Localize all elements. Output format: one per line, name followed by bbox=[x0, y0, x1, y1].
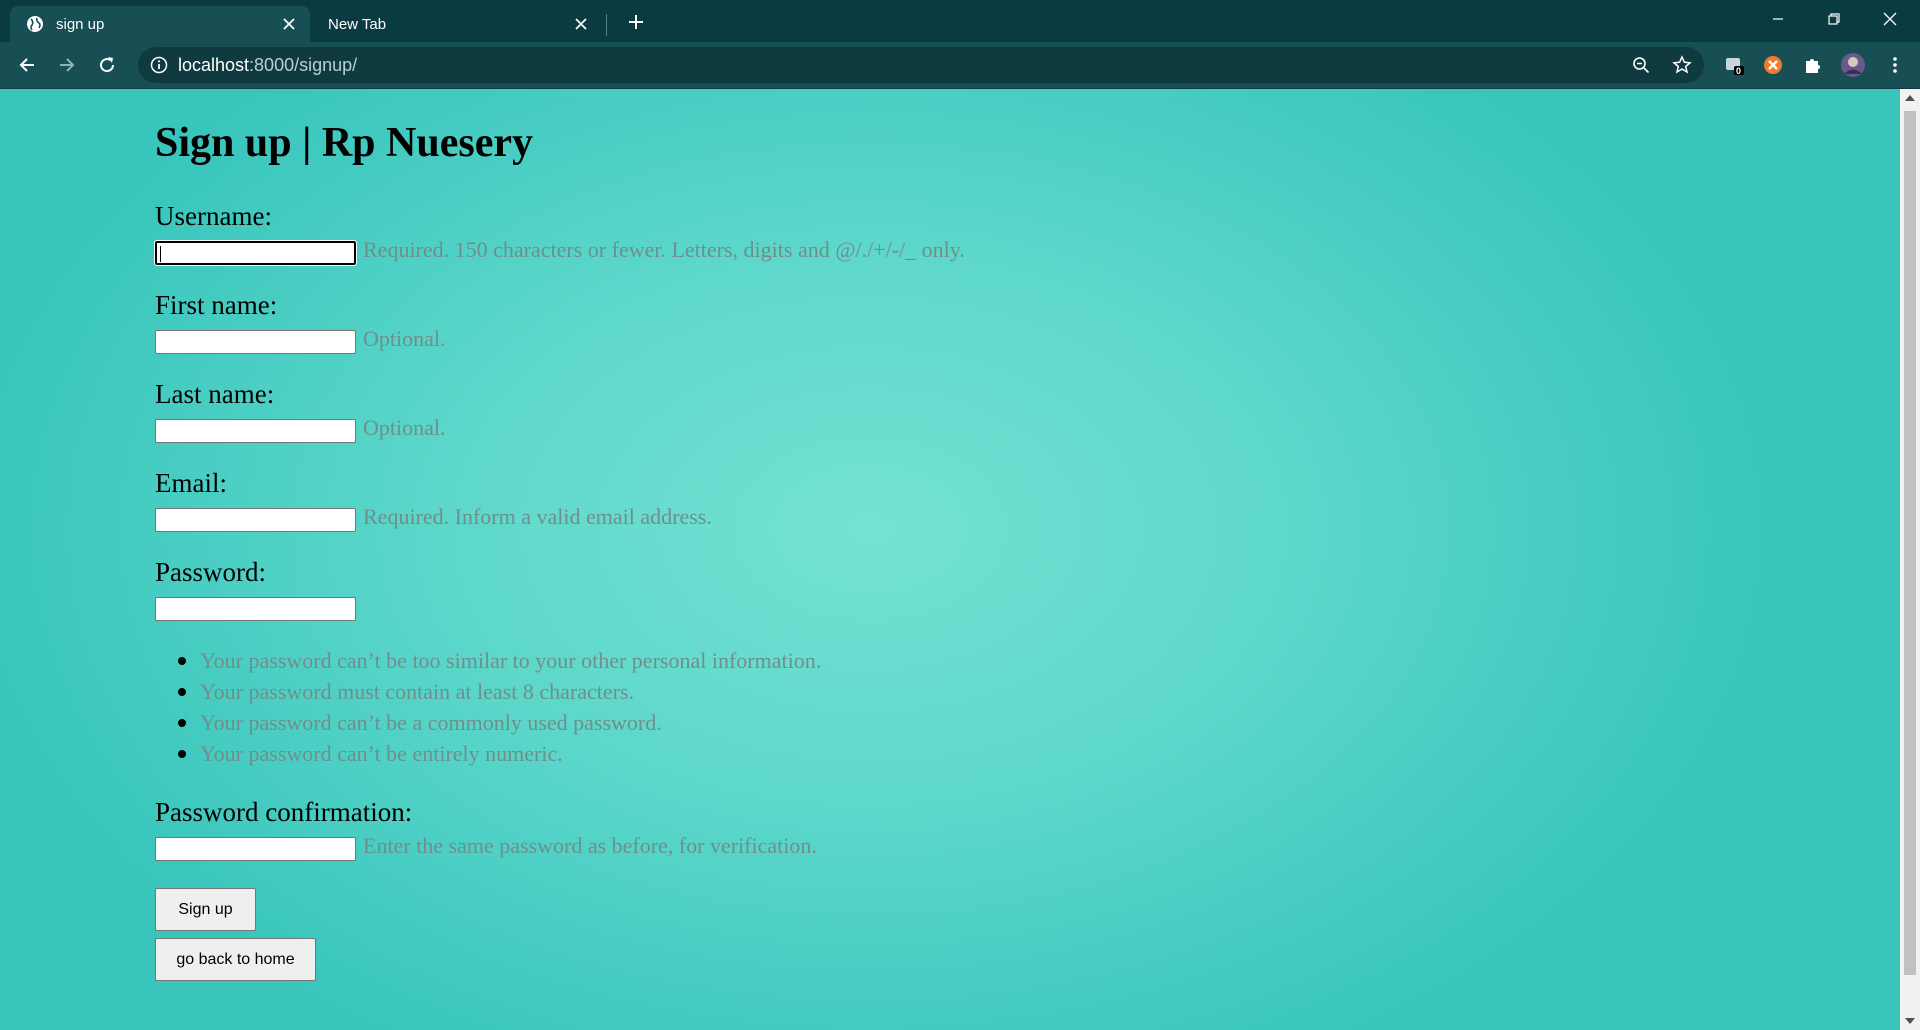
email-input[interactable] bbox=[155, 508, 356, 532]
username-label: Username: bbox=[155, 201, 272, 231]
reload-icon bbox=[100, 57, 115, 73]
first-name-input[interactable] bbox=[155, 330, 356, 354]
arrow-right-icon bbox=[60, 58, 75, 72]
password-input[interactable] bbox=[155, 597, 356, 621]
new-tab-button[interactable] bbox=[622, 8, 650, 36]
minimize-icon bbox=[1773, 18, 1783, 20]
password-confirmation-label: Password confirmation: bbox=[155, 797, 413, 827]
zoom-icon[interactable] bbox=[1632, 56, 1650, 79]
password-rules-list: Your password can’t be too similar to yo… bbox=[168, 645, 821, 769]
close-tab-icon[interactable] bbox=[280, 15, 298, 33]
profile-avatar-button[interactable] bbox=[1838, 50, 1868, 80]
username-input[interactable] bbox=[154, 240, 357, 266]
browser-menu-button[interactable] bbox=[1880, 50, 1910, 80]
url-text[interactable]: localhost:8000/signup/ bbox=[178, 47, 357, 83]
forward-button[interactable] bbox=[52, 50, 82, 80]
last-name-help: Optional. bbox=[363, 415, 446, 440]
tab-sign-up[interactable]: sign up bbox=[10, 6, 310, 42]
tab-separator bbox=[606, 14, 607, 36]
close-icon bbox=[1883, 12, 1897, 26]
restore-button[interactable] bbox=[1806, 0, 1862, 38]
last-name-input[interactable] bbox=[155, 419, 356, 443]
go-back-home-button[interactable]: go back to home bbox=[155, 938, 316, 981]
extension-orange-icon bbox=[1764, 56, 1782, 74]
email-help: Required. Inform a valid email address. bbox=[363, 504, 712, 529]
password-confirmation-help: Enter the same password as before, for v… bbox=[363, 833, 817, 858]
email-label: Email: bbox=[155, 468, 227, 498]
scroll-up-arrow-icon[interactable] bbox=[1900, 89, 1920, 107]
back-button[interactable] bbox=[12, 50, 42, 80]
url-path: :8000/signup/ bbox=[249, 55, 358, 75]
first-name-label: First name: bbox=[155, 290, 278, 320]
vertical-scrollbar[interactable] bbox=[1900, 89, 1920, 1030]
info-icon[interactable] bbox=[150, 56, 168, 79]
password-confirmation-input[interactable] bbox=[155, 837, 356, 861]
globe-icon bbox=[26, 15, 44, 33]
list-item: Your password can’t be entirely numeric. bbox=[168, 738, 821, 769]
kebab-menu-icon bbox=[1893, 57, 1897, 73]
sign-up-button[interactable]: Sign up bbox=[155, 888, 256, 931]
extension-badge-button[interactable]: 0 bbox=[1720, 50, 1750, 80]
page-viewport: Sign up | Rp Nuesery Username: Required.… bbox=[0, 89, 1900, 1030]
close-tab-icon[interactable] bbox=[572, 15, 590, 33]
scrollbar-thumb[interactable] bbox=[1904, 111, 1916, 975]
username-help: Required. 150 characters or fewer. Lette… bbox=[363, 237, 965, 262]
minimize-button[interactable] bbox=[1750, 0, 1806, 38]
url-host: localhost bbox=[178, 55, 250, 75]
reload-button[interactable] bbox=[92, 50, 122, 80]
text-caret bbox=[160, 246, 161, 262]
extension-badge-count: 0 bbox=[1736, 66, 1742, 76]
close-window-button[interactable] bbox=[1862, 0, 1918, 38]
extension-calendar-icon bbox=[1726, 58, 1744, 75]
browser-title-bar: sign up New Tab bbox=[0, 0, 1920, 42]
bookmark-star-icon[interactable] bbox=[1672, 55, 1692, 80]
scroll-down-arrow-icon[interactable] bbox=[1900, 1012, 1920, 1030]
tab-title: New Tab bbox=[328, 15, 387, 33]
browser-toolbar: localhost:8000/signup/ 0 bbox=[0, 42, 1920, 89]
puzzle-icon bbox=[1806, 59, 1820, 73]
extension-orange-button[interactable] bbox=[1758, 50, 1788, 80]
arrow-left-icon bbox=[19, 58, 34, 72]
list-item: Your password can’t be too similar to yo… bbox=[168, 645, 821, 676]
tab-title: sign up bbox=[56, 15, 105, 33]
list-item: Your password must contain at least 8 ch… bbox=[168, 676, 821, 707]
password-label: Password: bbox=[155, 557, 267, 587]
page-title: Sign up | Rp Nuesery bbox=[155, 120, 533, 166]
list-item: Your password can’t be a commonly used p… bbox=[168, 707, 821, 738]
last-name-label: Last name: bbox=[155, 379, 275, 409]
restore-icon bbox=[1828, 13, 1840, 25]
avatar bbox=[1841, 53, 1865, 77]
plus-icon bbox=[629, 15, 643, 29]
address-bar[interactable]: localhost:8000/signup/ bbox=[138, 47, 1704, 83]
extensions-button[interactable] bbox=[1798, 50, 1828, 80]
first-name-help: Optional. bbox=[363, 326, 446, 351]
tab-new-tab[interactable]: New Tab bbox=[312, 6, 602, 42]
